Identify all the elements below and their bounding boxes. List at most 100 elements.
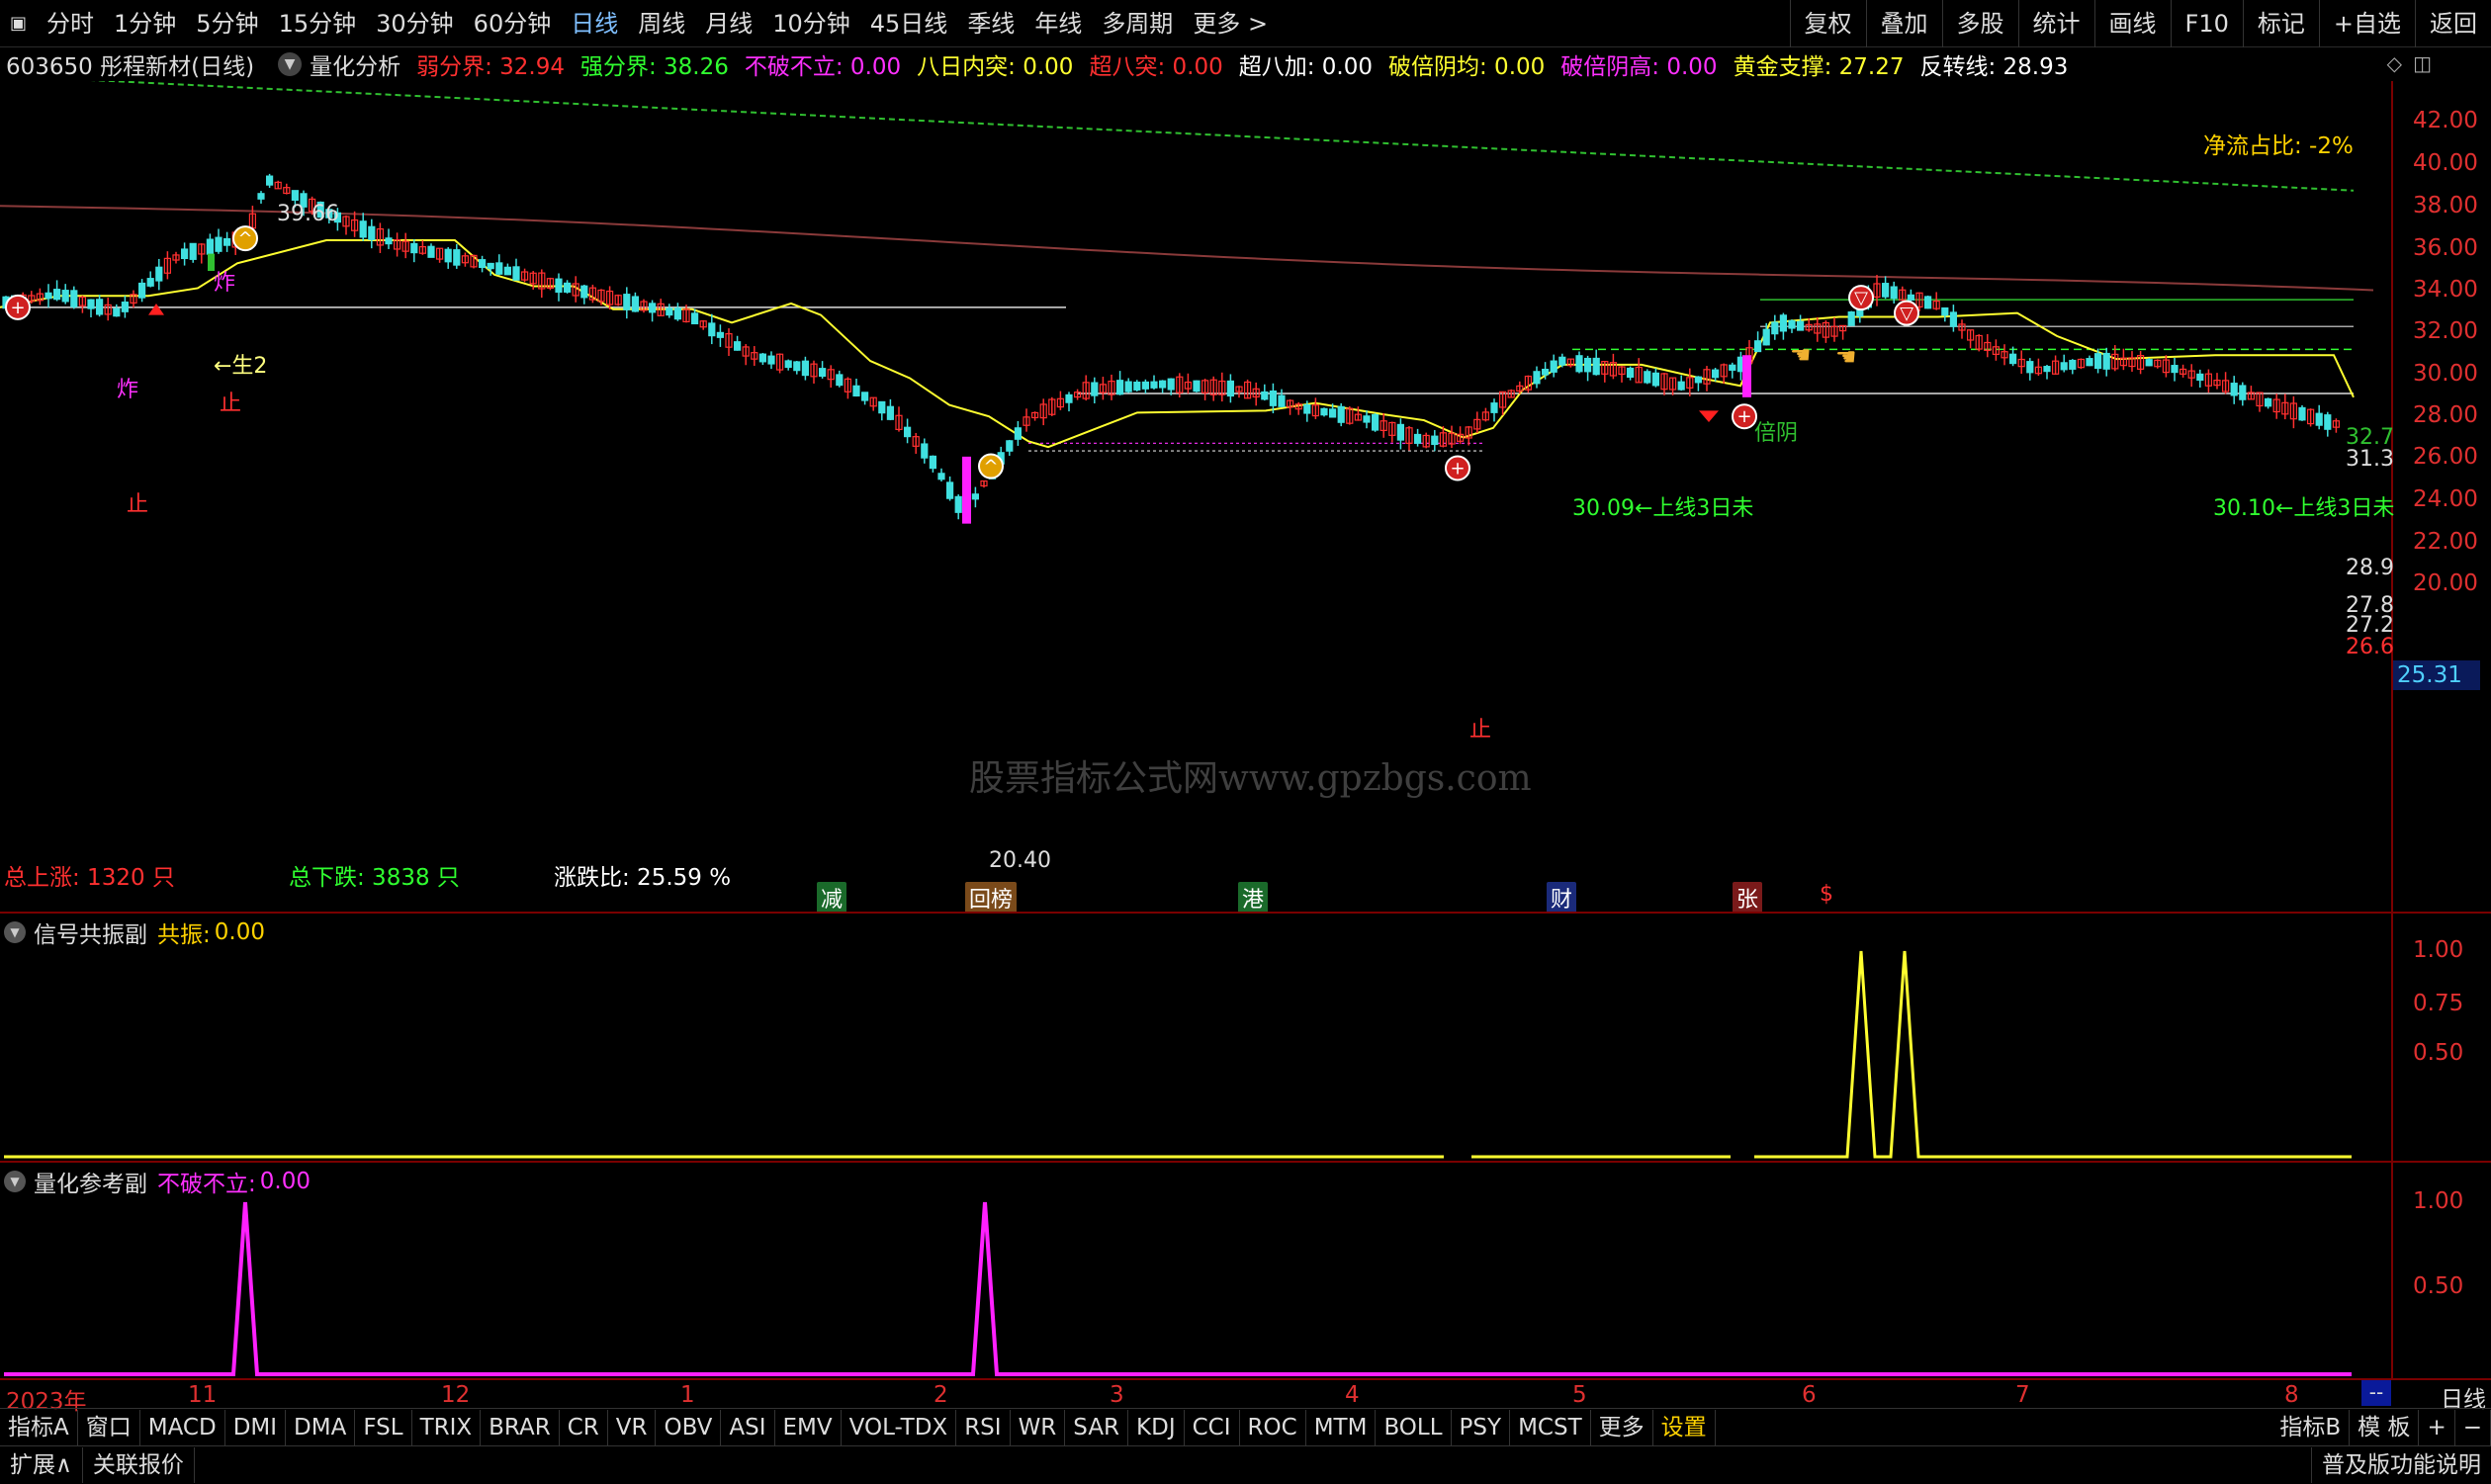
indicator-tab[interactable]: FSL: [355, 1409, 412, 1445]
date-label: 4: [1345, 1382, 1360, 1408]
period-tab[interactable]: 多周期: [1092, 0, 1183, 47]
indicator-tab[interactable]: RSI: [956, 1409, 1011, 1445]
indicator-tab[interactable]: 窗口: [78, 1409, 140, 1445]
candle-body: [487, 262, 494, 270]
indicator-tab[interactable]: 设置: [1653, 1409, 1716, 1445]
candle-body: [1303, 403, 1311, 414]
indicator-tab[interactable]: MACD: [140, 1409, 225, 1445]
indicator-right-button[interactable]: 指标B: [2271, 1409, 2351, 1445]
resonance-chart[interactable]: [0, 914, 2393, 1161]
toolbar-right-button[interactable]: 统计: [2017, 0, 2094, 47]
indicator-field-label: 不破不立:: [744, 54, 844, 80]
period-tab[interactable]: 分时: [37, 0, 104, 47]
indicator-tab[interactable]: 指标A: [0, 1409, 78, 1445]
period-tab[interactable]: 月线: [695, 0, 762, 47]
date-control[interactable]: --: [2361, 1380, 2391, 1406]
toolbar-right-button[interactable]: +自选: [2318, 0, 2415, 47]
indicator-tab[interactable]: 更多: [1591, 1409, 1653, 1445]
indicator-tab[interactable]: CCI: [1185, 1409, 1240, 1445]
candle-body: [937, 473, 945, 480]
indicator-tab[interactable]: DMI: [225, 1409, 287, 1445]
news-marker[interactable]: 港: [1238, 882, 1269, 914]
indicator-name[interactable]: 量化分析: [310, 47, 400, 81]
indicator-tab[interactable]: DMA: [286, 1409, 356, 1445]
candle-body: [945, 481, 954, 499]
indicator-tab[interactable]: ASI: [721, 1409, 775, 1445]
period-tab[interactable]: 15分钟: [269, 0, 367, 47]
period-tab[interactable]: 45日线: [860, 0, 958, 47]
indicator-tab[interactable]: BRAR: [481, 1409, 560, 1445]
svg-text:+: +: [1736, 406, 1751, 427]
candle-body: [793, 361, 801, 372]
period-tab[interactable]: 5分钟: [186, 0, 268, 47]
candle-body: [631, 296, 640, 312]
indicator-right-button[interactable]: 模 板: [2350, 1409, 2420, 1445]
candle-body: [1583, 357, 1592, 373]
diamond-icon[interactable]: ◇: [2387, 51, 2402, 75]
date-label: 3: [1110, 1382, 1124, 1408]
news-marker[interactable]: $: [1816, 882, 1837, 907]
candle-body: [648, 303, 657, 313]
indicator-field-value: 38.26: [656, 54, 729, 80]
indicator-tab[interactable]: OBV: [656, 1409, 722, 1445]
candle-body: [1644, 371, 1651, 384]
toolbar-right-button[interactable]: 画线: [2093, 0, 2171, 47]
period-tab[interactable]: 更多 >: [1183, 0, 1278, 47]
toolbar-right-button[interactable]: 叠加: [1865, 0, 1942, 47]
indicator-right-button[interactable]: +: [2419, 1409, 2455, 1445]
date-label: 2: [934, 1382, 948, 1408]
linked-quote-button[interactable]: 关联报价: [83, 1447, 195, 1483]
indicator-tab[interactable]: VR: [608, 1409, 657, 1445]
candle-body: [2265, 397, 2272, 407]
reference-chart[interactable]: [0, 1163, 2393, 1378]
period-tab[interactable]: 60分钟: [464, 0, 562, 47]
candle-body: [266, 175, 274, 186]
period-tab[interactable]: 日线: [561, 0, 628, 47]
indicator-tab[interactable]: MTM: [1306, 1409, 1377, 1445]
edition-info-button[interactable]: 普及版功能说明: [2311, 1447, 2491, 1483]
indicator-tab[interactable]: EMV: [775, 1409, 842, 1445]
indicator-tab[interactable]: CR: [560, 1409, 608, 1445]
indicator-field-label: 超八加:: [1238, 54, 1315, 80]
toolbar-right-button[interactable]: F10: [2170, 0, 2243, 47]
total-up: 总上涨: 1320 只: [4, 865, 175, 891]
indicator-tab[interactable]: TRIX: [412, 1409, 482, 1445]
candle-body: [1592, 357, 1600, 376]
indicator-tab[interactable]: SAR: [1065, 1409, 1129, 1445]
news-marker[interactable]: 回榜: [965, 882, 1018, 914]
period-tab[interactable]: 季线: [957, 0, 1024, 47]
indicator-tab[interactable]: ROC: [1240, 1409, 1306, 1445]
toolbar-right-button[interactable]: 复权: [1789, 0, 1866, 47]
indicator-tab[interactable]: BOLL: [1376, 1409, 1452, 1445]
panel-toggle-icon[interactable]: ◫: [2413, 51, 2432, 75]
period-tab[interactable]: 周线: [628, 0, 695, 47]
expand-button[interactable]: 扩展∧: [0, 1447, 83, 1483]
indicator-right-button[interactable]: −: [2455, 1409, 2491, 1445]
svg-text:^: ^: [237, 228, 252, 249]
candle-body: [580, 285, 588, 299]
indicator-info-bar: 603650 彤程新材(日线) ▼ 量化分析 弱分界: 32.94 强分界: 38…: [0, 47, 2393, 81]
period-tab[interactable]: 年线: [1024, 0, 1092, 47]
indicator-field-value: 0.00: [1659, 54, 1718, 80]
news-marker[interactable]: 减: [817, 882, 847, 914]
candle-body: [733, 341, 742, 351]
indicator-tab[interactable]: MCST: [1510, 1409, 1591, 1445]
toolbar-right-button[interactable]: 多股: [1941, 0, 2018, 47]
menu-icon[interactable]: ▣: [0, 0, 37, 47]
period-tab[interactable]: 10分钟: [762, 0, 860, 47]
indicator-tab[interactable]: VOL-TDX: [842, 1409, 957, 1445]
toolbar-right-button[interactable]: 标记: [2242, 0, 2319, 47]
news-marker[interactable]: 张: [1733, 882, 1763, 914]
price-axis-label: 36.00: [2413, 235, 2478, 261]
period-tab[interactable]: 30分钟: [366, 0, 464, 47]
period-tab[interactable]: 1分钟: [104, 0, 186, 47]
candle-body: [1575, 355, 1583, 373]
candle-body: [690, 312, 699, 325]
news-marker[interactable]: 财: [1547, 882, 1577, 914]
toolbar-right-button[interactable]: 返回: [2415, 0, 2491, 47]
indicator-tab[interactable]: WR: [1011, 1409, 1066, 1445]
indicator-tab[interactable]: PSY: [1452, 1409, 1511, 1445]
current-price-tag: 25.31: [2393, 660, 2480, 690]
indicator-tab[interactable]: KDJ: [1128, 1409, 1185, 1445]
collapse-icon[interactable]: ▼: [278, 52, 303, 76]
